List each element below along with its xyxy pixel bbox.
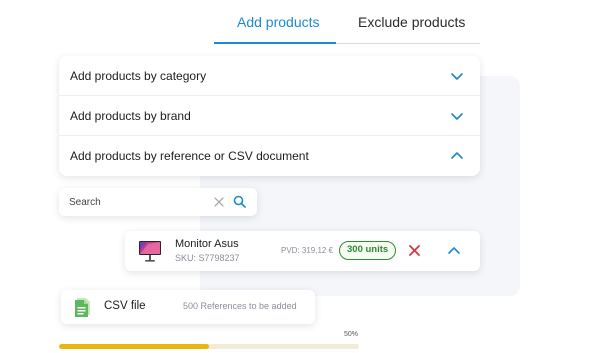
accordion-item-label: Add products by brand (70, 108, 191, 123)
chevron-up-icon (451, 152, 463, 159)
close-icon[interactable] (409, 245, 420, 256)
product-price: PVD: 319,12 € (281, 246, 334, 255)
csv-references-count: 500 References to be added (183, 301, 297, 311)
chevron-down-icon (451, 113, 463, 120)
accordion-item-reference-csv[interactable]: Add products by reference or CSV documen… (59, 136, 480, 176)
accordion-item-label: Add products by reference or CSV documen… (70, 149, 309, 163)
tab-exclude-products[interactable]: Exclude products (358, 14, 465, 30)
csv-file-label: CSV file (104, 300, 146, 312)
accordion-item-category[interactable]: Add products by category (59, 56, 480, 96)
accordion-item-brand[interactable]: Add products by brand (59, 96, 480, 136)
product-row: Monitor Asus SKU: S7798237 PVD: 319,12 €… (125, 231, 480, 271)
clear-icon[interactable] (214, 197, 224, 207)
product-sku: SKU: S7798237 (175, 253, 240, 263)
tab-bar: Add products Exclude products (214, 0, 480, 44)
progress-percentage: 50% (344, 331, 359, 338)
accordion-item-label: Add products by category (70, 68, 207, 83)
chevron-down-icon (451, 73, 463, 80)
chevron-up-icon[interactable] (447, 244, 461, 258)
units-badge[interactable]: 300 units (339, 241, 397, 260)
search-icon[interactable] (233, 195, 246, 208)
progress-bar (59, 344, 359, 349)
tab-add-products[interactable]: Add products (237, 14, 320, 30)
search-box (59, 188, 257, 216)
progress-bar-fill (59, 344, 209, 349)
monitor-icon (139, 241, 161, 262)
csv-file-card[interactable]: CSV file 500 References to be added (61, 290, 315, 324)
search-input[interactable] (69, 196, 209, 208)
add-products-accordion: Add products by category Add products by… (59, 56, 480, 176)
csv-file-icon (75, 298, 90, 317)
product-name: Monitor Asus (175, 238, 239, 250)
active-tab-indicator (214, 42, 336, 44)
